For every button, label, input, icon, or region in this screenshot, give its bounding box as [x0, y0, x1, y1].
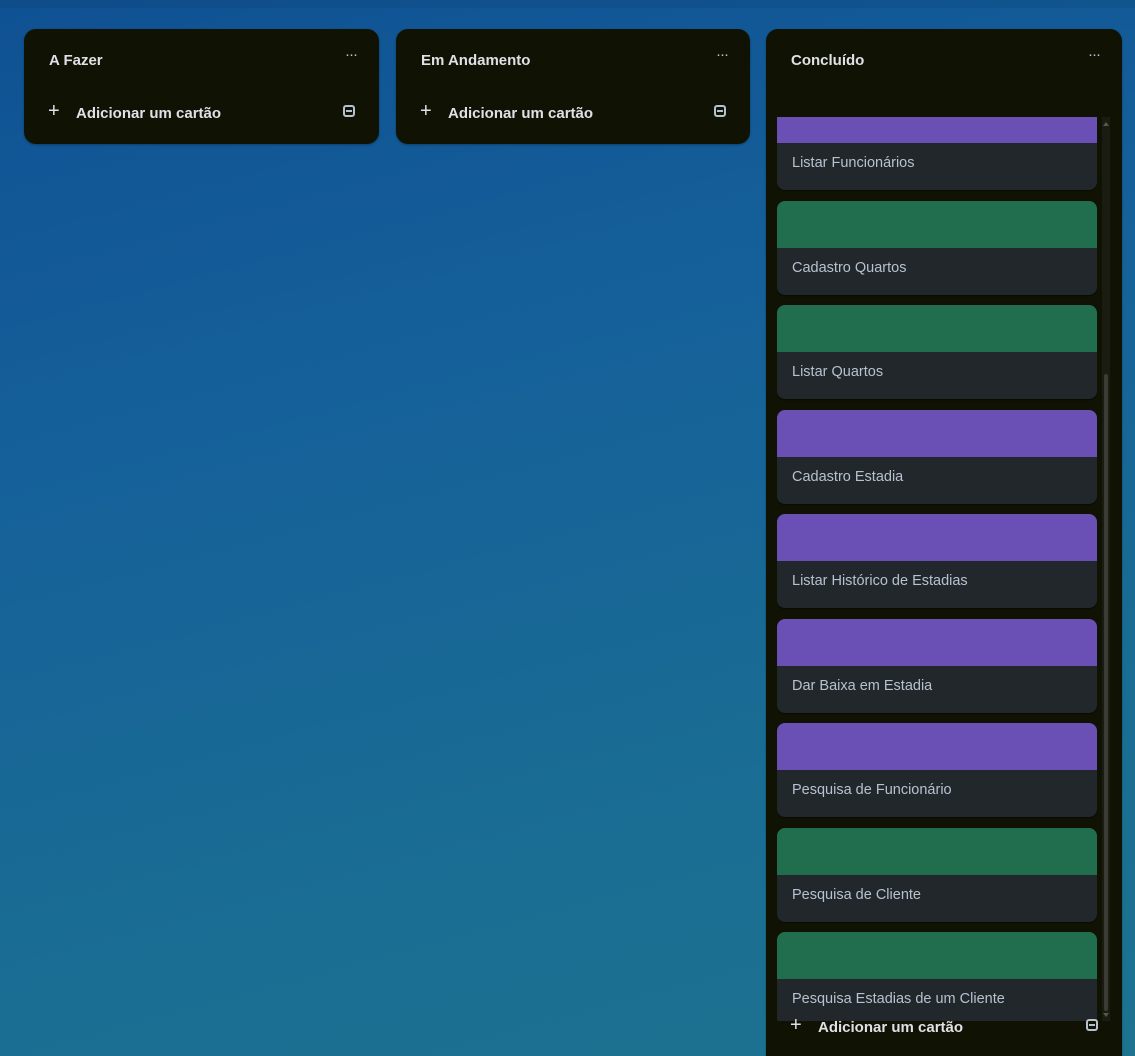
card-cover: [777, 828, 1097, 875]
add-card-label: Adicionar um cartão: [818, 1019, 964, 1036]
add-card-label: Adicionar um cartão: [76, 105, 222, 122]
card-template-icon[interactable]: [714, 105, 726, 117]
card[interactable]: Listar Quartos: [777, 305, 1097, 399]
card-cover: [777, 932, 1097, 979]
card-title: Cadastro Estadia: [792, 469, 904, 485]
card-title: Listar Quartos: [792, 364, 884, 380]
card[interactable]: Pesquisa de Cliente: [777, 828, 1097, 922]
more-icon[interactable]: ···: [341, 47, 361, 67]
card[interactable]: Listar Histórico de Estadias: [777, 514, 1097, 608]
plus-icon: +: [48, 100, 60, 122]
card-title: Dar Baixa em Estadia: [792, 678, 933, 694]
card-cover: [777, 117, 1097, 143]
card-title: Pesquisa Estadias de um Cliente: [792, 991, 1005, 1007]
card[interactable]: Pesquisa de Funcionário: [777, 723, 1097, 817]
card[interactable]: Pesquisa Estadias de um Cliente: [777, 932, 1097, 1021]
add-card-button[interactable]: + Adicionar um cartão: [38, 95, 365, 131]
card-cover: [777, 723, 1097, 770]
list-title[interactable]: A Fazer: [49, 52, 103, 69]
list-concluido: Concluído ··· Listar Funcionários Cadastr…: [766, 29, 1122, 1056]
card-title: Pesquisa de Cliente: [792, 887, 921, 903]
card-title: Cadastro Quartos: [792, 260, 907, 276]
add-card-label: Adicionar um cartão: [448, 105, 594, 122]
card[interactable]: Listar Funcionários: [777, 117, 1097, 190]
card-cover: [777, 201, 1097, 248]
card-title: Listar Funcionários: [792, 155, 915, 171]
card[interactable]: Cadastro Quartos: [777, 201, 1097, 295]
list-title[interactable]: Concluído: [791, 52, 864, 69]
card-cover: [777, 410, 1097, 457]
board-canvas: A Fazer ··· + Adicionar um cartão Em And…: [0, 0, 1135, 1056]
add-card-button[interactable]: + Adicionar um cartão: [780, 1009, 1108, 1045]
add-card-button[interactable]: + Adicionar um cartão: [410, 95, 736, 131]
card-cover: [777, 514, 1097, 561]
scroll-up-arrow[interactable]: [1103, 122, 1109, 126]
card[interactable]: Cadastro Estadia: [777, 410, 1097, 504]
more-icon[interactable]: ···: [1084, 47, 1104, 67]
card-title: Listar Histórico de Estadias: [792, 573, 968, 589]
card[interactable]: Dar Baixa em Estadia: [777, 619, 1097, 713]
card-cover: [777, 305, 1097, 352]
plus-icon: +: [420, 100, 432, 122]
list-a-fazer: A Fazer ··· + Adicionar um cartão: [24, 29, 379, 144]
list-em-andamento: Em Andamento ··· + Adicionar um cartão: [396, 29, 750, 144]
card-template-icon[interactable]: [343, 105, 355, 117]
list-header[interactable]: A Fazer ···: [24, 29, 379, 91]
more-icon[interactable]: ···: [712, 47, 732, 67]
scrollbar-thumb[interactable]: [1104, 374, 1108, 1011]
card-list[interactable]: Listar Funcionários Cadastro Quartos Lista…: [777, 117, 1097, 1021]
list-header[interactable]: Concluído ···: [766, 29, 1122, 91]
card-title: Pesquisa de Funcionário: [792, 782, 952, 798]
plus-icon: +: [790, 1014, 802, 1036]
list-title[interactable]: Em Andamento: [421, 52, 530, 69]
list-header[interactable]: Em Andamento ···: [396, 29, 750, 91]
card-cover: [777, 619, 1097, 666]
card-template-icon[interactable]: [1086, 1019, 1098, 1031]
